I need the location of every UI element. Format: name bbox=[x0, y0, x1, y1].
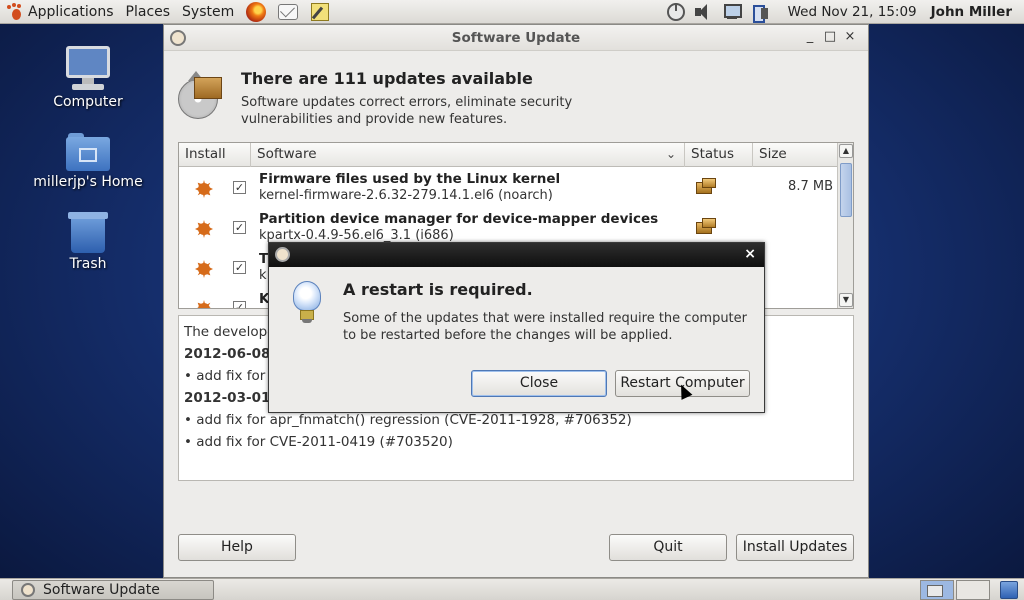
software-update-icon bbox=[275, 247, 290, 262]
home-folder-icon bbox=[66, 132, 110, 172]
install-checkbox[interactable]: ✓ bbox=[233, 301, 246, 308]
package-status-icon bbox=[696, 218, 718, 236]
notes-icon bbox=[311, 2, 330, 21]
system-tray: Wed Nov 21, 15:09 John Miller bbox=[662, 0, 1024, 24]
close-icon[interactable]: × bbox=[744, 246, 756, 262]
volume-button[interactable] bbox=[693, 1, 715, 23]
software-update-icon bbox=[21, 583, 35, 597]
desktop-icon-computer[interactable]: Computer bbox=[28, 46, 148, 110]
gnome-foot-icon bbox=[6, 2, 24, 21]
trash-applet-icon[interactable] bbox=[1000, 581, 1018, 599]
package-name: Firmware files used by the Linux kernel bbox=[259, 171, 561, 187]
column-software[interactable]: Software ⌄ bbox=[251, 143, 685, 167]
window-title: Software Update bbox=[451, 30, 581, 46]
system-menu[interactable]: System bbox=[176, 0, 240, 24]
places-menu-label: Places bbox=[125, 3, 171, 20]
column-status[interactable]: Status bbox=[685, 143, 753, 167]
update-priority-icon bbox=[195, 260, 213, 278]
applications-menu[interactable]: Applications bbox=[0, 0, 120, 24]
install-checkbox[interactable]: ✓ bbox=[233, 221, 246, 234]
dialog-message: Some of the updates that were installed … bbox=[343, 311, 747, 343]
battery-button[interactable] bbox=[749, 1, 771, 23]
help-button[interactable]: Help bbox=[178, 534, 296, 561]
bottom-panel: Software Update bbox=[0, 578, 1024, 600]
taskbar-software-update[interactable]: Software Update bbox=[12, 580, 214, 600]
package-version: kernel-firmware-2.6.32-279.14.1.el6 (noa… bbox=[259, 188, 553, 203]
chevron-down-icon: ⌄ bbox=[665, 147, 676, 161]
restart-required-dialog: × A restart is required. Some of the upd… bbox=[268, 242, 765, 413]
mail-icon bbox=[278, 3, 299, 20]
updates-description: Software updates correct errors, elimina… bbox=[241, 95, 573, 127]
power-button[interactable] bbox=[665, 1, 687, 23]
maximize-button[interactable]: □ bbox=[820, 29, 840, 44]
workspace-2[interactable] bbox=[956, 580, 990, 600]
column-software-label: Software bbox=[257, 146, 317, 162]
scroll-down-icon[interactable]: ▼ bbox=[839, 293, 853, 307]
notes-launcher[interactable] bbox=[309, 1, 331, 23]
desktop-icon-label: Computer bbox=[53, 94, 123, 110]
package-name: Partition device manager for device-mapp… bbox=[259, 211, 659, 227]
mail-launcher[interactable] bbox=[277, 1, 299, 23]
network-button[interactable] bbox=[721, 1, 743, 23]
clock[interactable]: Wed Nov 21, 15:09 bbox=[788, 4, 917, 20]
package-update-icon bbox=[178, 71, 226, 121]
network-icon bbox=[722, 3, 742, 21]
table-row[interactable]: ✓ Firmware files used by the Linux kerne… bbox=[179, 168, 839, 208]
dialog-close-button[interactable]: Close bbox=[471, 370, 607, 397]
install-updates-button[interactable]: Install Updates bbox=[736, 534, 854, 561]
power-icon bbox=[666, 2, 685, 21]
computer-icon bbox=[64, 46, 112, 92]
places-menu[interactable]: Places bbox=[120, 0, 177, 24]
updates-count-title: There are 111 updates available bbox=[241, 69, 533, 88]
firefox-icon bbox=[246, 1, 267, 22]
package-size bbox=[755, 208, 839, 219]
update-priority-icon bbox=[195, 180, 213, 198]
top-panel: Applications Places System Wed Nov 21, 1… bbox=[0, 0, 1024, 24]
package-size bbox=[755, 288, 839, 299]
dialog-title: A restart is required. bbox=[343, 280, 533, 299]
column-install[interactable]: Install bbox=[179, 143, 251, 167]
desktop-icon-trash[interactable]: Trash bbox=[28, 212, 148, 272]
package-size: 8.7 MB bbox=[788, 179, 833, 194]
changelog-line: • add fix for CVE-2011-0419 (#703520) bbox=[184, 434, 453, 450]
update-priority-icon bbox=[195, 300, 213, 308]
minimize-button[interactable]: _ bbox=[800, 29, 820, 44]
window-titlebar[interactable]: Software Update _ □ × bbox=[164, 25, 868, 51]
user-menu[interactable]: John Miller bbox=[931, 4, 1012, 20]
workspace-switcher bbox=[920, 580, 992, 600]
update-header: There are 111 updates available Software… bbox=[164, 51, 868, 131]
system-menu-label: System bbox=[182, 3, 235, 20]
scrollbar-thumb[interactable] bbox=[840, 163, 852, 217]
desktop-icon-home[interactable]: millerjp's Home bbox=[28, 132, 148, 190]
firefox-launcher[interactable] bbox=[245, 1, 267, 23]
battery-icon bbox=[750, 3, 770, 23]
desktop-icon-label: Trash bbox=[69, 256, 107, 272]
applications-menu-label: Applications bbox=[28, 3, 114, 20]
table-header: Install Software ⌄ Status Size bbox=[179, 143, 853, 167]
table-scrollbar[interactable]: ▲ ▼ bbox=[837, 143, 853, 308]
close-window-button[interactable]: × bbox=[840, 29, 860, 44]
desktop-icon-label: millerjp's Home bbox=[33, 174, 143, 190]
lightbulb-icon bbox=[291, 281, 323, 327]
scroll-up-icon[interactable]: ▲ bbox=[839, 144, 853, 158]
update-priority-icon bbox=[195, 220, 213, 238]
trash-icon bbox=[68, 212, 108, 254]
dialog-titlebar[interactable]: × bbox=[269, 243, 764, 267]
taskbar-label: Software Update bbox=[43, 582, 160, 598]
quit-button[interactable]: Quit bbox=[609, 534, 727, 561]
package-status-icon bbox=[696, 178, 718, 196]
install-checkbox[interactable]: ✓ bbox=[233, 181, 246, 194]
install-checkbox[interactable]: ✓ bbox=[233, 261, 246, 274]
workspace-1[interactable] bbox=[920, 580, 954, 600]
speaker-icon bbox=[694, 3, 713, 20]
package-size bbox=[755, 248, 839, 259]
